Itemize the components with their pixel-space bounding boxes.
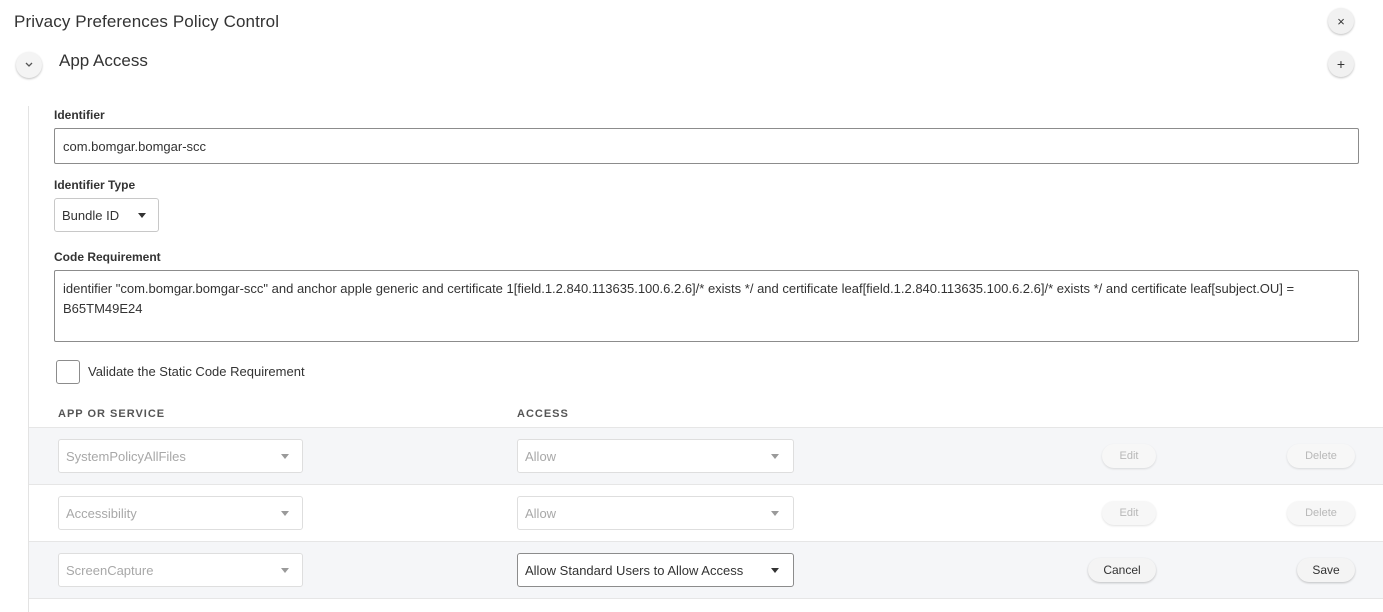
chevron-down-icon — [25, 62, 33, 67]
caret-down-icon — [281, 454, 289, 459]
identifier-type-select[interactable]: Bundle ID — [54, 198, 159, 232]
access-select[interactable]: Allow — [517, 496, 794, 530]
ppc-page: Privacy Preferences Policy Control × App… — [0, 0, 1383, 612]
edit-button[interactable]: Edit — [1102, 444, 1156, 468]
app-access-panel: Identifier com.bomgar.bomgar-scc Identif… — [28, 106, 1383, 612]
section-title: App Access — [59, 51, 148, 70]
table-row: ScreenCapture Allow Standard Users to Al… — [29, 541, 1383, 598]
validate-checkbox[interactable] — [56, 360, 80, 384]
code-requirement-textarea[interactable]: identifier "com.bomgar.bomgar-scc" and a… — [54, 270, 1359, 342]
close-button[interactable]: × — [1328, 8, 1354, 34]
delete-button[interactable]: Delete — [1287, 444, 1355, 468]
caret-down-icon — [281, 511, 289, 516]
collapse-button[interactable] — [16, 52, 42, 78]
identifier-type-label: Identifier Type — [54, 178, 136, 192]
code-requirement-value: identifier "com.bomgar.bomgar-scc" and a… — [63, 281, 1295, 316]
add-button[interactable]: + — [1328, 51, 1354, 77]
access-select[interactable]: Allow Standard Users to Allow Access — [517, 553, 794, 587]
identifier-value: com.bomgar.bomgar-scc — [63, 138, 207, 154]
access-select[interactable]: Allow — [517, 439, 794, 473]
edit-button[interactable]: Edit — [1102, 501, 1156, 525]
validate-label: Validate the Static Code Requirement — [88, 364, 305, 379]
caret-down-icon — [771, 454, 779, 459]
close-icon: × — [1337, 13, 1345, 29]
table-row: Accessibility Allow Edit Delete — [29, 484, 1383, 541]
service-select[interactable]: Accessibility — [58, 496, 303, 530]
caret-down-icon — [138, 213, 146, 218]
service-select[interactable]: ScreenCapture — [58, 553, 303, 587]
identifier-label: Identifier — [54, 108, 105, 122]
cancel-button[interactable]: Cancel — [1088, 558, 1156, 582]
identifier-type-value: Bundle ID — [62, 207, 120, 223]
save-button[interactable]: Save — [1297, 558, 1355, 582]
table-row: SystemPolicyAllFiles Allow Edit Delete — [29, 427, 1383, 484]
caret-down-icon — [771, 568, 779, 573]
plus-icon: + — [1336, 56, 1346, 72]
service-select[interactable]: SystemPolicyAllFiles — [58, 439, 303, 473]
access-value: Allow — [525, 505, 557, 521]
access-column-header: ACCESS — [517, 408, 569, 420]
service-value: SystemPolicyAllFiles — [66, 448, 186, 464]
code-requirement-label: Code Requirement — [54, 250, 161, 264]
caret-down-icon — [281, 568, 289, 573]
table-row — [29, 598, 1383, 612]
identifier-input[interactable]: com.bomgar.bomgar-scc — [54, 128, 1359, 164]
access-value: Allow — [525, 448, 557, 464]
caret-down-icon — [771, 511, 779, 516]
access-value: Allow Standard Users to Allow Access — [525, 562, 744, 578]
page-title: Privacy Preferences Policy Control — [14, 12, 280, 31]
delete-button[interactable]: Delete — [1287, 501, 1355, 525]
app-service-column-header: APP OR SERVICE — [58, 408, 166, 420]
service-value: Accessibility — [66, 505, 137, 521]
service-value: ScreenCapture — [66, 562, 154, 578]
